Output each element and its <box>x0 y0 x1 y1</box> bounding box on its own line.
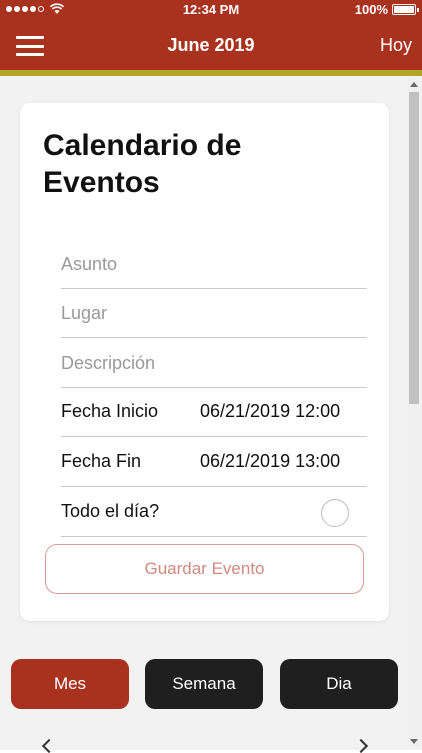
start-date-row[interactable]: Fecha Inicio 06/21/2019 12:00 <box>61 388 367 437</box>
form-title: Calendario de Eventos <box>43 129 242 199</box>
allday-label: Todo el día? <box>61 501 160 521</box>
description-field <box>61 339 367 388</box>
location-input[interactable] <box>61 289 367 337</box>
end-date-label: Fecha Fin <box>61 451 142 471</box>
status-bar: 12:34 PM 100% <box>0 0 422 20</box>
allday-row: Todo el día? <box>61 488 367 537</box>
week-view-button[interactable]: Semana <box>145 659 263 709</box>
month-view-button[interactable]: Mes <box>11 659 129 709</box>
battery-icon <box>392 4 419 15</box>
subject-input[interactable] <box>61 240 367 288</box>
scrollbar[interactable] <box>408 78 420 748</box>
start-date-value[interactable]: 06/21/2019 12:00 <box>200 401 340 422</box>
subject-field <box>61 240 367 289</box>
allday-radio[interactable] <box>321 499 349 527</box>
end-date-value[interactable]: 06/21/2019 13:00 <box>200 451 340 472</box>
event-form-card: Calendario de Eventos Fecha Inicio 06/21… <box>20 103 389 621</box>
page-title: June 2019 <box>167 35 255 55</box>
battery-percent: 100% <box>354 2 388 17</box>
description-input[interactable] <box>61 339 367 387</box>
save-event-button[interactable]: Guardar Evento <box>45 544 364 594</box>
end-date-row[interactable]: Fecha Fin 06/21/2019 13:00 <box>61 438 367 487</box>
scrollbar-thumb[interactable] <box>409 92 419 404</box>
today-button[interactable]: Hoy <box>380 35 412 56</box>
scroll-up-icon[interactable] <box>410 82 418 87</box>
battery-area: 100% <box>354 2 419 17</box>
location-field <box>61 289 367 338</box>
nav-bar: June 2019 Hoy <box>0 20 422 70</box>
start-date-label: Fecha Inicio <box>61 401 159 421</box>
day-view-button[interactable]: Dia <box>280 659 398 709</box>
scroll-down-icon[interactable] <box>410 739 418 744</box>
